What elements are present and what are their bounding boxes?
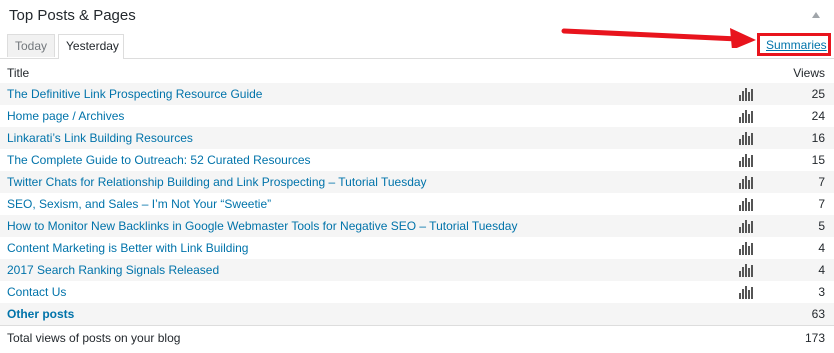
post-title-link[interactable]: Linkarati’s Link Building Resources xyxy=(7,131,193,145)
bar-chart-icon[interactable] xyxy=(738,108,754,123)
table-row: Contact Us 3 xyxy=(0,281,834,303)
table-row: How to Monitor New Backlinks in Google W… xyxy=(0,215,834,237)
post-title-link[interactable]: The Definitive Link Prospecting Resource… xyxy=(7,87,262,101)
other-posts-link[interactable]: Other posts xyxy=(7,307,74,321)
post-title-link[interactable]: Content Marketing is Better with Link Bu… xyxy=(7,241,248,255)
red-arrow-annotation xyxy=(561,28,756,48)
collapse-arrow-icon[interactable] xyxy=(812,12,820,18)
table-row: Twitter Chats for Relationship Building … xyxy=(0,171,834,193)
bar-chart-icon[interactable] xyxy=(738,152,754,167)
bar-chart-icon[interactable] xyxy=(738,130,754,145)
post-title-link[interactable]: 2017 Search Ranking Signals Released xyxy=(7,263,219,277)
view-count: 7 xyxy=(818,197,825,211)
view-count: 4 xyxy=(818,241,825,255)
posts-table: The Definitive Link Prospecting Resource… xyxy=(0,83,834,348)
view-count: 4 xyxy=(818,263,825,277)
tab-today[interactable]: Today xyxy=(7,34,55,57)
view-count: 7 xyxy=(818,175,825,189)
table-row: Home page / Archives 24 xyxy=(0,105,834,127)
table-row: The Complete Guide to Outreach: 52 Curat… xyxy=(0,149,834,171)
post-title-link[interactable]: The Complete Guide to Outreach: 52 Curat… xyxy=(7,153,311,167)
table-row: Content Marketing is Better with Link Bu… xyxy=(0,237,834,259)
other-posts-views: 63 xyxy=(811,307,825,321)
post-title-link[interactable]: Twitter Chats for Relationship Building … xyxy=(7,175,427,189)
bar-chart-icon[interactable] xyxy=(738,240,754,255)
view-count: 5 xyxy=(818,219,825,233)
view-count: 15 xyxy=(811,153,825,167)
post-title-link[interactable]: Home page / Archives xyxy=(7,109,124,123)
view-count: 24 xyxy=(811,109,825,123)
column-views-header: Views xyxy=(793,66,825,80)
bar-chart-icon[interactable] xyxy=(738,86,754,101)
summaries-highlight-box: Summaries xyxy=(757,33,831,56)
other-posts-row: Other posts 63 xyxy=(0,303,834,325)
table-row: The Definitive Link Prospecting Resource… xyxy=(0,83,834,105)
table-row: SEO, Sexism, and Sales – I’m Not Your “S… xyxy=(0,193,834,215)
post-title-link[interactable]: SEO, Sexism, and Sales – I’m Not Your “S… xyxy=(7,197,271,211)
widget-title: Top Posts & Pages xyxy=(9,7,136,24)
total-views-label: Total views of posts on your blog xyxy=(7,331,181,345)
bar-chart-icon[interactable] xyxy=(738,174,754,189)
post-title-link[interactable]: Contact Us xyxy=(7,285,66,299)
bar-chart-icon[interactable] xyxy=(738,218,754,233)
view-count: 3 xyxy=(818,285,825,299)
total-views-row: Total views of posts on your blog 173 xyxy=(0,325,834,348)
table-row: Linkarati’s Link Building Resources 16 xyxy=(0,127,834,149)
table-header: Title Views xyxy=(0,63,834,83)
post-title-link[interactable]: How to Monitor New Backlinks in Google W… xyxy=(7,219,517,233)
total-views-count: 173 xyxy=(804,331,825,345)
table-row: 2017 Search Ranking Signals Released 4 xyxy=(0,259,834,281)
view-count: 25 xyxy=(811,87,825,101)
view-count: 16 xyxy=(811,131,825,145)
column-title-header: Title xyxy=(7,66,30,80)
bar-chart-icon[interactable] xyxy=(738,284,754,299)
bar-chart-icon[interactable] xyxy=(738,196,754,211)
tab-yesterday[interactable]: Yesterday xyxy=(58,34,124,59)
bar-chart-icon[interactable] xyxy=(738,262,754,277)
summaries-link[interactable]: Summaries xyxy=(766,38,827,52)
